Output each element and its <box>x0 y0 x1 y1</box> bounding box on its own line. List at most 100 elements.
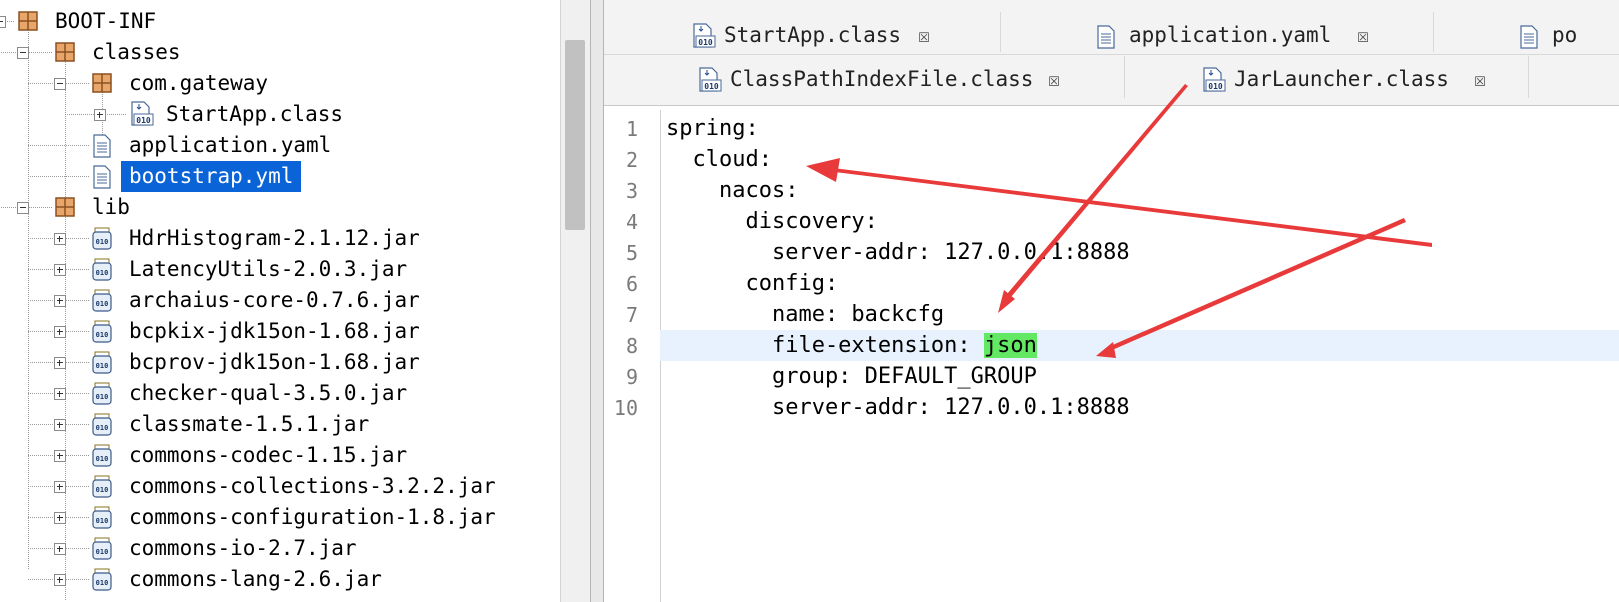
tree-item[interactable]: bootstrap.yml <box>0 161 560 192</box>
code-line[interactable]: group: DEFAULT_GROUP <box>666 361 1037 392</box>
package-explorer-tree: BOOT-INF classes com.gateway 010 StartApp.cl… <box>0 0 591 602</box>
tree-item[interactable]: 010 commons-lang-2.6.jar <box>0 564 560 595</box>
tree-item[interactable]: BOOT-INF <box>0 6 560 37</box>
tree-item-label: bootstrap.yml <box>121 161 302 192</box>
svg-text:010: 010 <box>96 424 109 432</box>
code-line-text: nacos: <box>666 178 799 203</box>
svg-text:010: 010 <box>96 486 109 494</box>
tree-item-label: lib <box>92 195 130 219</box>
code-line-text: config: <box>666 271 839 296</box>
collapse-icon[interactable] <box>54 78 66 90</box>
code-line[interactable]: server-addr: 127.0.0.1:8888 <box>666 237 1130 268</box>
close-tab-icon[interactable]: ☒ <box>918 16 930 54</box>
tab-separator <box>1000 12 1001 52</box>
svg-text:010: 010 <box>96 455 109 463</box>
tree-item-label: bcpkix-jdk15on-1.68.jar <box>129 319 420 343</box>
expand-icon[interactable] <box>54 233 66 245</box>
code-line-text: name: backcfg <box>666 302 945 327</box>
svg-text:010: 010 <box>96 331 109 339</box>
pane-splitter[interactable] <box>590 0 604 602</box>
expand-icon[interactable] <box>94 109 106 121</box>
tree-item[interactable]: 010 bcpkix-jdk15on-1.68.jar <box>0 316 560 347</box>
tree-item[interactable]: 010 bcprov-jdk15on-1.68.jar <box>0 347 560 378</box>
code-line[interactable]: file-extension: json <box>666 330 1037 361</box>
package-icon <box>91 72 113 96</box>
tree-item[interactable]: 010 commons-io-2.7.jar <box>0 533 560 564</box>
expand-icon[interactable] <box>54 450 66 462</box>
collapse-icon[interactable] <box>17 202 29 214</box>
line-number-gutter: 1 2 3 4 5 6 7 8 9 10 <box>604 110 661 602</box>
expand-icon[interactable] <box>54 419 66 431</box>
tree-scrollbar-thumb[interactable] <box>565 40 585 230</box>
code-line[interactable]: discovery: <box>666 206 877 237</box>
code-line-text: cloud: <box>666 147 772 172</box>
tree-item-label: commons-io-2.7.jar <box>129 536 357 560</box>
tree-item[interactable]: 010 HdrHistogram-2.1.12.jar <box>0 223 560 254</box>
code-line[interactable]: server-addr: 127.0.0.1:8888 <box>666 392 1130 423</box>
editor-tab-label: ClassPathIndexFile.class <box>730 67 1034 91</box>
tree-item-label: archaius-core-0.7.6.jar <box>129 288 420 312</box>
code-line[interactable]: config: <box>666 268 838 299</box>
tree-item-label: checker-qual-3.5.0.jar <box>129 381 408 405</box>
svg-text:010: 010 <box>136 116 151 125</box>
text-file-icon <box>91 134 113 158</box>
tree-item[interactable]: 010 commons-collections-3.2.2.jar <box>0 471 560 502</box>
editor-tab-label: StartApp.class <box>724 23 902 47</box>
collapse-icon[interactable] <box>0 16 6 28</box>
tree-item-label: classmate-1.5.1.jar <box>129 412 370 436</box>
text-file-icon <box>1518 23 1540 61</box>
tree-item-label: commons-codec-1.15.jar <box>129 443 408 467</box>
svg-text:010: 010 <box>96 393 109 401</box>
line-number: 7 <box>625 303 638 327</box>
expand-icon[interactable] <box>54 512 66 524</box>
code-line[interactable]: cloud: <box>666 144 772 175</box>
close-tab-icon[interactable]: ☒ <box>1474 60 1486 98</box>
code-line[interactable]: name: backcfg <box>666 299 944 330</box>
expand-icon[interactable] <box>54 357 66 369</box>
tree-item[interactable]: application.yaml <box>0 130 560 161</box>
close-tab-icon[interactable]: ☒ <box>1048 60 1060 98</box>
jar-icon: 010 <box>91 289 113 313</box>
package-icon <box>17 10 39 34</box>
jar-icon: 010 <box>91 413 113 437</box>
code-line[interactable]: nacos: <box>666 175 798 206</box>
tree-item[interactable]: 010 classmate-1.5.1.jar <box>0 409 560 440</box>
line-number: 4 <box>625 210 638 234</box>
line-number: 1 <box>625 117 638 141</box>
tree-item[interactable]: 010 checker-qual-3.5.0.jar <box>0 378 560 409</box>
tree-item[interactable]: lib <box>0 192 560 223</box>
tree-item[interactable]: com.gateway <box>0 68 560 99</box>
tree-item-label: HdrHistogram-2.1.12.jar <box>129 226 420 250</box>
tree-item[interactable]: 010 LatencyUtils-2.0.3.jar <box>0 254 560 285</box>
expand-icon[interactable] <box>54 481 66 493</box>
tree-item[interactable]: classes <box>0 37 560 68</box>
tree-item[interactable]: 010 archaius-core-0.7.6.jar <box>0 285 560 316</box>
expand-icon[interactable] <box>54 326 66 338</box>
tree-item[interactable]: 010 StartApp.class <box>0 99 560 130</box>
code-area[interactable]: 1 2 3 4 5 6 7 8 9 10 spring: cloud: nacos: discov… <box>604 110 1619 602</box>
tree-item-label: bcprov-jdk15on-1.68.jar <box>129 350 420 374</box>
jar-icon: 010 <box>91 506 113 530</box>
collapse-icon[interactable] <box>17 47 29 59</box>
code-line-text: server-addr: 127.0.0.1:8888 <box>666 395 1130 420</box>
tree-scrollbar[interactable] <box>560 0 591 602</box>
class-file-icon: 010 <box>690 23 716 61</box>
line-number: 6 <box>625 272 638 296</box>
code-line-text: file-extension: <box>666 333 984 358</box>
tree-item[interactable]: 010 commons-configuration-1.8.jar <box>0 502 560 533</box>
tree-item-label: classes <box>92 40 181 64</box>
code-line[interactable]: spring: <box>666 113 759 144</box>
tree-item-label: commons-configuration-1.8.jar <box>129 505 496 529</box>
expand-icon[interactable] <box>54 388 66 400</box>
close-tab-icon[interactable]: ☒ <box>1357 16 1369 54</box>
line-number: 8 <box>625 334 638 358</box>
expand-icon[interactable] <box>54 295 66 307</box>
tree-item-label: commons-collections-3.2.2.jar <box>129 474 496 498</box>
line-number: 2 <box>625 148 638 172</box>
editor-tab-label: JarLauncher.class <box>1234 67 1449 91</box>
tree-item[interactable]: 010 commons-codec-1.15.jar <box>0 440 560 471</box>
expand-icon[interactable] <box>54 264 66 276</box>
tree-item-label: application.yaml <box>129 133 332 157</box>
expand-icon[interactable] <box>54 574 66 586</box>
expand-icon[interactable] <box>54 543 66 555</box>
